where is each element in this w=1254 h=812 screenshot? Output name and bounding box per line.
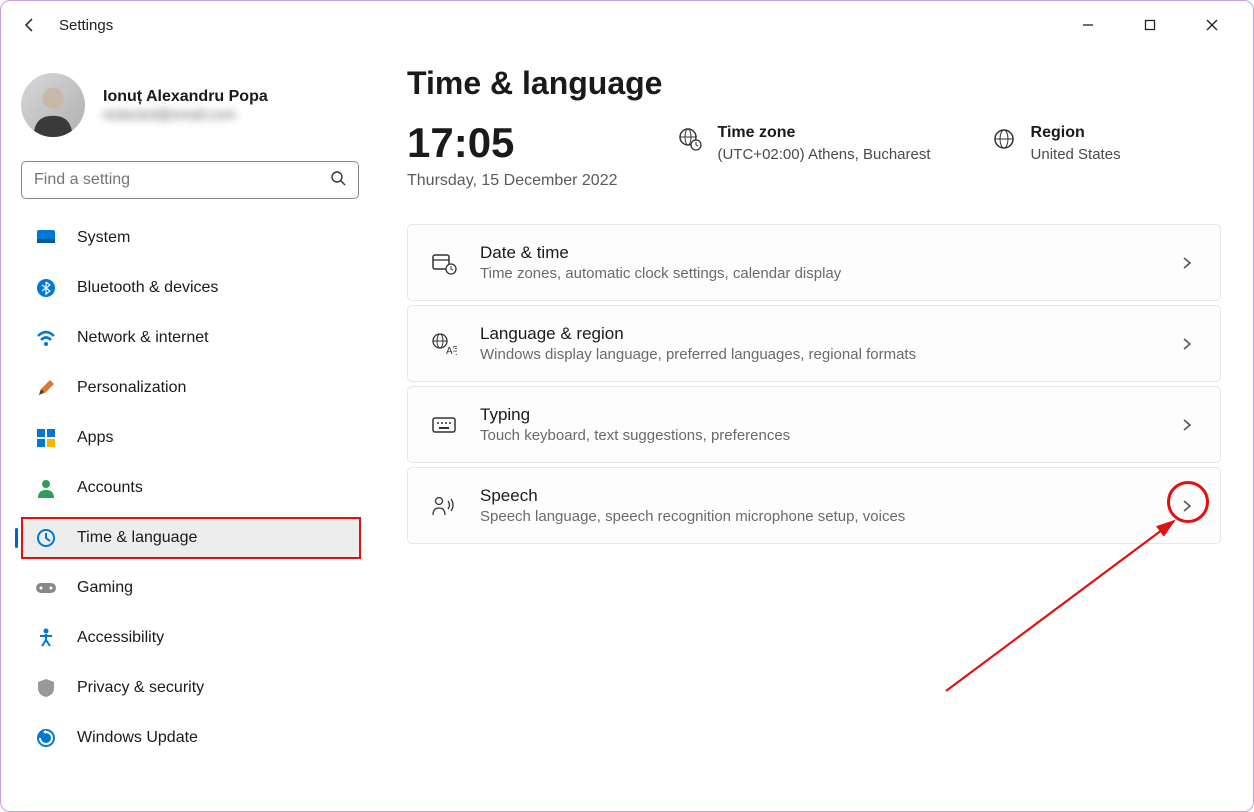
sidebar-item-time-language[interactable]: Time & language — [21, 517, 361, 559]
timezone-value: (UTC+02:00) Athens, Bucharest — [717, 146, 930, 163]
profile-block[interactable]: Ionuț Alexandru Popa redacted@email.com — [21, 73, 361, 161]
maximize-button[interactable] — [1133, 8, 1167, 42]
sidebar-item-label: Bluetooth & devices — [77, 279, 218, 297]
minimize-button[interactable] — [1071, 8, 1105, 42]
card-speech[interactable]: Speech Speech language, speech recogniti… — [407, 467, 1221, 544]
privacy-icon — [35, 677, 57, 699]
sidebar-item-label: Gaming — [77, 579, 133, 597]
card-title: Typing — [480, 405, 1154, 425]
apps-icon — [35, 427, 57, 449]
calendar-clock-icon — [430, 249, 458, 277]
region-label: Region — [1031, 124, 1121, 142]
card-title: Speech — [480, 486, 1154, 506]
card-date-time[interactable]: Date & time Time zones, automatic clock … — [407, 224, 1221, 301]
network-icon — [35, 327, 57, 349]
sidebar-item-label: Personalization — [77, 379, 186, 397]
sidebar-item-label: Apps — [77, 429, 113, 447]
update-icon — [35, 727, 57, 749]
app-title: Settings — [59, 17, 113, 34]
region-value: United States — [1031, 146, 1121, 163]
close-button[interactable] — [1195, 8, 1229, 42]
sidebar-item-gaming[interactable]: Gaming — [21, 567, 361, 609]
accounts-icon — [35, 477, 57, 499]
sidebar-item-personalization[interactable]: Personalization — [21, 367, 361, 409]
keyboard-icon — [430, 411, 458, 439]
timezone-label: Time zone — [717, 124, 930, 142]
card-sub: Windows display language, preferred lang… — [480, 346, 1154, 363]
card-sub: Speech language, speech recognition micr… — [480, 508, 1154, 525]
card-sub: Touch keyboard, text suggestions, prefer… — [480, 427, 1154, 444]
accessibility-icon — [35, 627, 57, 649]
timezone-block: Time zone (UTC+02:00) Athens, Bucharest — [677, 122, 930, 163]
sidebar: Ionuț Alexandru Popa redacted@email.com … — [21, 49, 371, 765]
time-block: 17:05 Thursday, 15 December 2022 — [407, 122, 617, 190]
sidebar-item-network[interactable]: Network & internet — [21, 317, 361, 359]
personalization-icon — [35, 377, 57, 399]
sidebar-item-privacy[interactable]: Privacy & security — [21, 667, 361, 709]
nav: System Bluetooth & devices Network & int… — [21, 217, 361, 765]
sidebar-item-bluetooth[interactable]: Bluetooth & devices — [21, 267, 361, 309]
chevron-right-icon — [1176, 333, 1198, 355]
sidebar-item-update[interactable]: Windows Update — [21, 717, 361, 759]
page-title: Time & language — [407, 65, 1221, 102]
chevron-right-icon — [1176, 495, 1198, 517]
system-icon — [35, 227, 57, 249]
sidebar-item-label: Windows Update — [77, 729, 198, 747]
profile-email: redacted@email.com — [103, 106, 268, 122]
chevron-right-icon — [1176, 414, 1198, 436]
svg-text:A字: A字 — [446, 344, 457, 356]
current-time: 17:05 — [407, 122, 617, 164]
chevron-right-icon — [1176, 252, 1198, 274]
search-box[interactable] — [21, 161, 359, 199]
sidebar-item-system[interactable]: System — [21, 217, 361, 259]
bluetooth-icon — [35, 277, 57, 299]
sidebar-item-accessibility[interactable]: Accessibility — [21, 617, 361, 659]
back-button[interactable] — [19, 14, 41, 36]
main-content: Time & language 17:05 Thursday, 15 Decem… — [371, 49, 1253, 765]
current-date: Thursday, 15 December 2022 — [407, 172, 617, 190]
card-sub: Time zones, automatic clock settings, ca… — [480, 265, 1154, 282]
sidebar-item-label: Network & internet — [77, 329, 209, 347]
sidebar-item-label: Accounts — [77, 479, 143, 497]
sidebar-item-apps[interactable]: Apps — [21, 417, 361, 459]
language-icon: A字 — [430, 330, 458, 358]
avatar — [21, 73, 85, 137]
sidebar-item-accounts[interactable]: Accounts — [21, 467, 361, 509]
time-language-icon — [35, 527, 57, 549]
profile-name: Ionuț Alexandru Popa — [103, 88, 268, 106]
speech-icon — [430, 492, 458, 520]
card-title: Language & region — [480, 324, 1154, 344]
globe-clock-icon — [677, 126, 703, 152]
card-language-region[interactable]: A字 Language & region Windows display lan… — [407, 305, 1221, 382]
card-typing[interactable]: Typing Touch keyboard, text suggestions,… — [407, 386, 1221, 463]
globe-icon — [991, 126, 1017, 152]
sidebar-item-label: Accessibility — [77, 629, 164, 647]
sidebar-item-label: Time & language — [77, 529, 197, 547]
gaming-icon — [35, 577, 57, 599]
card-title: Date & time — [480, 243, 1154, 263]
sidebar-item-label: Privacy & security — [77, 679, 204, 697]
search-icon — [330, 170, 346, 191]
sidebar-item-label: System — [77, 229, 130, 247]
region-block: Region United States — [991, 122, 1121, 163]
search-input[interactable] — [34, 171, 330, 189]
